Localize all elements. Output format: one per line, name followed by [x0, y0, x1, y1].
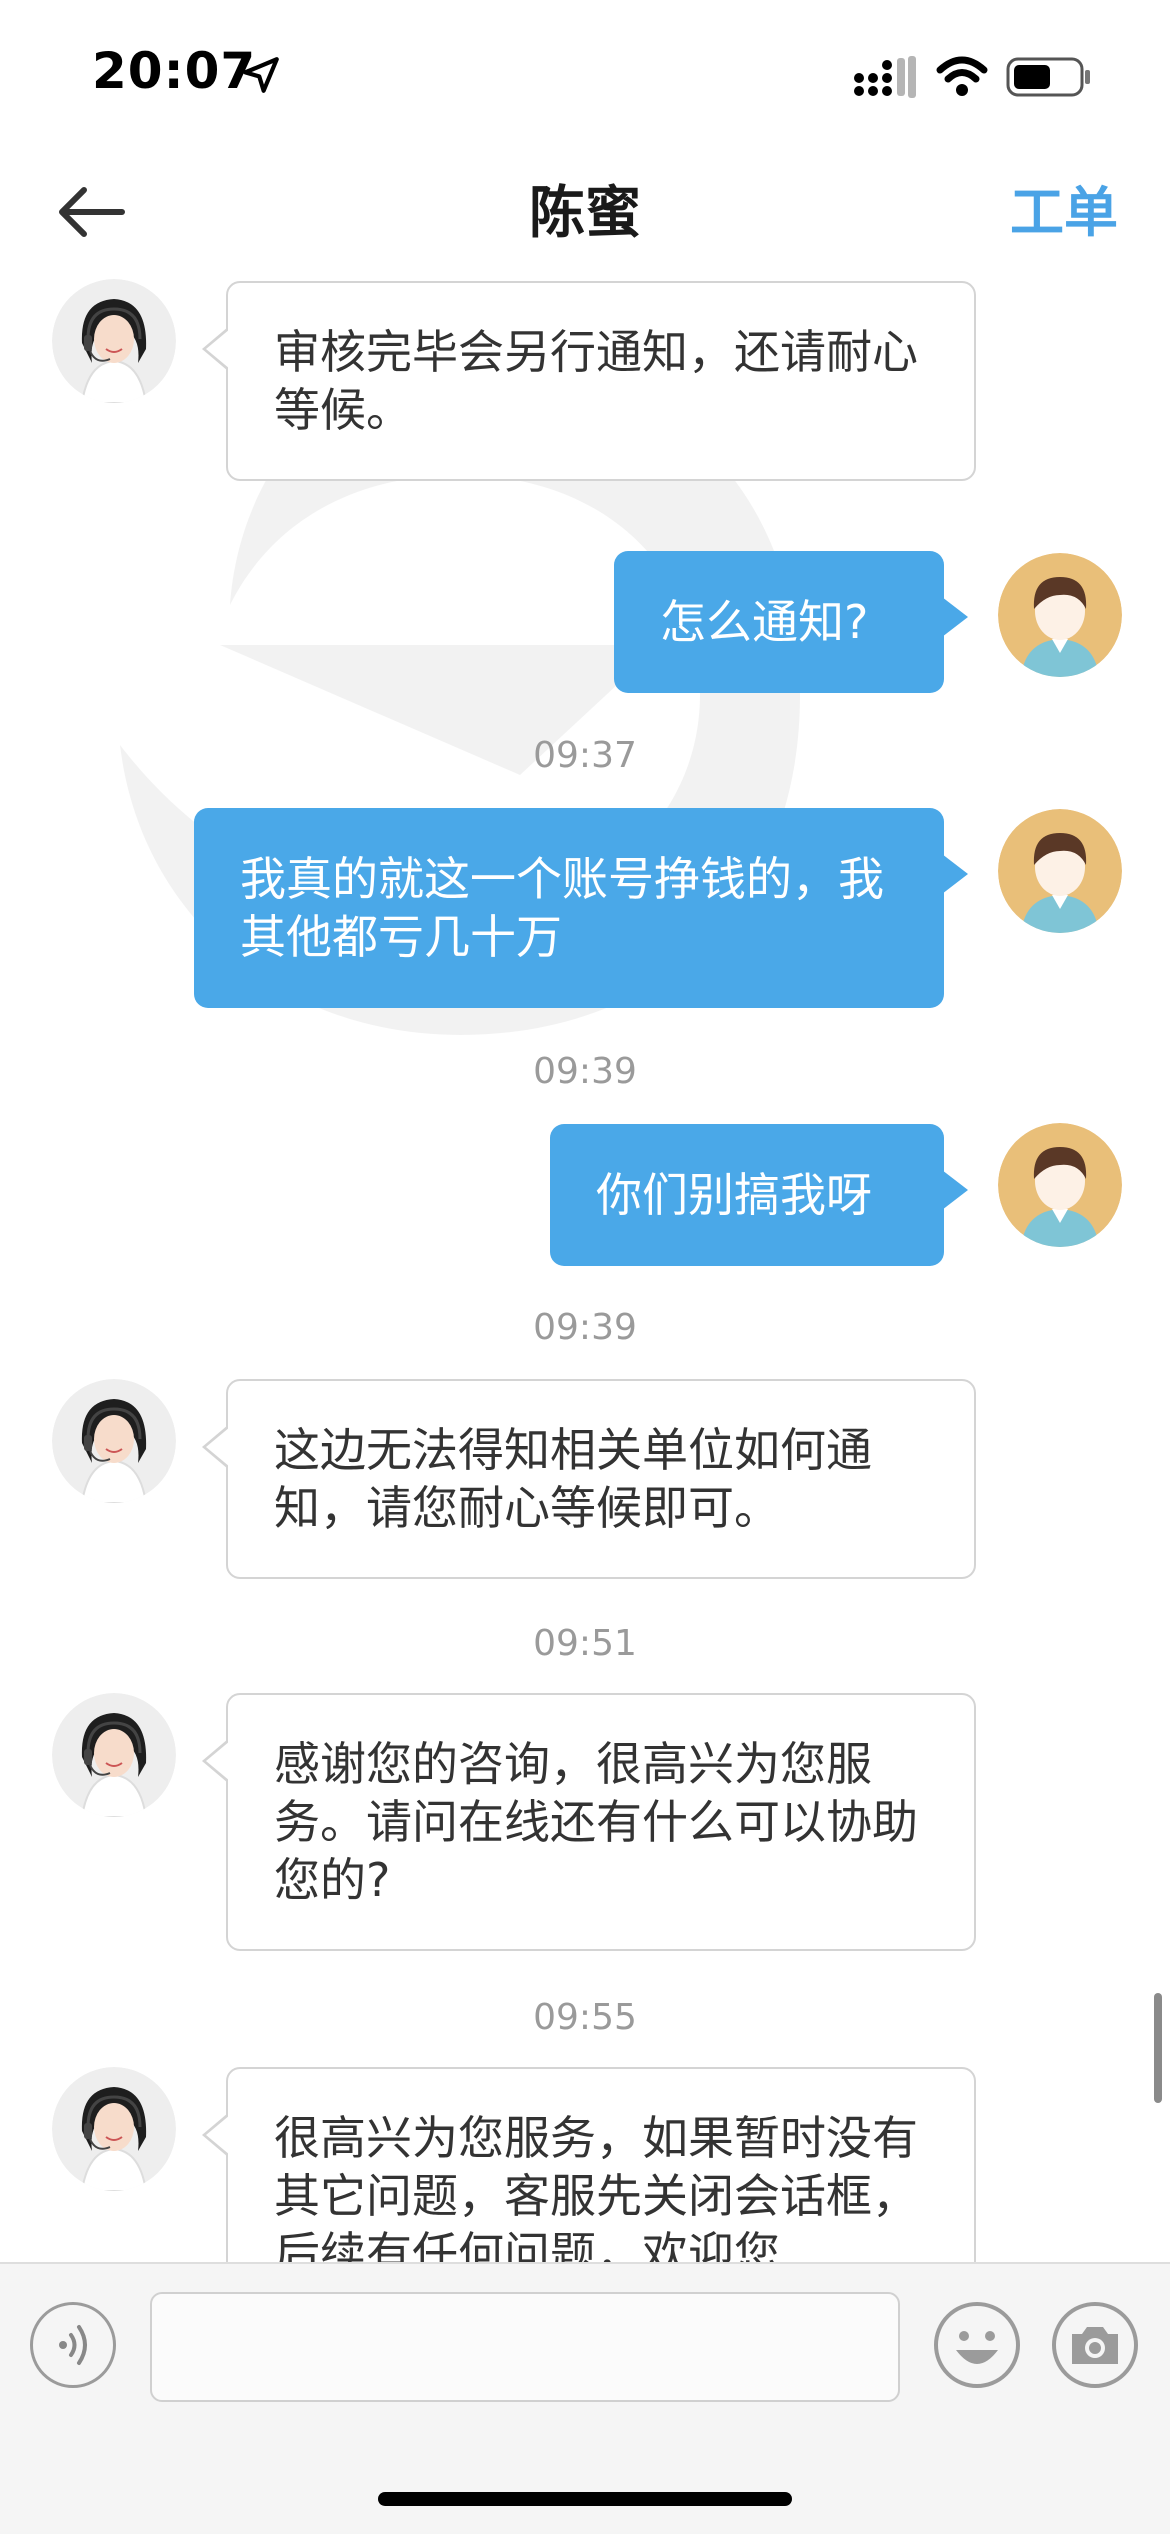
message-timestamp: 09:37: [533, 735, 637, 776]
voice-wave-icon: [59, 2325, 87, 2365]
scroll-indicator[interactable]: [1154, 1993, 1162, 2103]
agent-message-bubble[interactable]: 审核完毕会另行通知，还请耐心等候。: [202, 281, 976, 481]
back-arrow-icon: [59, 187, 125, 237]
navigation-bar: 陈蜜 工单: [0, 150, 1170, 275]
message-timestamp: 09:55: [533, 1997, 637, 2038]
voice-input-button[interactable]: [30, 2302, 116, 2388]
wifi-icon: [936, 56, 988, 96]
back-button[interactable]: [52, 172, 132, 252]
agent-message-bubble[interactable]: 很高兴为您服务，如果暂时没有其它问题，客服先关闭会话框，后续有任何问题，欢迎您: [202, 2067, 976, 2262]
message-input[interactable]: [150, 2292, 900, 2402]
location-arrow-icon: [243, 57, 279, 93]
customer-service-agent-icon: [52, 1693, 176, 1817]
message-timestamp: 09:51: [533, 1623, 637, 1664]
camera-button[interactable]: [1050, 2300, 1140, 2390]
battery-icon: [1006, 57, 1090, 97]
status-bar: 20:07: [0, 0, 1170, 150]
chat-message-list[interactable]: 审核完毕会另行通知，还请耐心等候。 怎么通知? 09:37 我真的就这一个账号挣…: [0, 275, 1170, 2262]
user-message-bubble[interactable]: 你们别搞我呀: [550, 1124, 968, 1266]
cellular-signal-icon: [854, 56, 916, 98]
agent-message-bubble[interactable]: 这边无法得知相关单位如何通知，请您耐心等候即可。: [202, 1379, 976, 1579]
agent-avatar[interactable]: [52, 279, 176, 403]
user-avatar-icon: [998, 1123, 1122, 1247]
chat-title: 陈蜜: [529, 181, 641, 246]
smiley-icon: [934, 2302, 1020, 2388]
customer-service-agent-icon: [52, 1379, 176, 1503]
user-avatar[interactable]: [998, 1123, 1122, 1247]
message-timestamp: 09:39: [533, 1051, 637, 1092]
customer-service-agent-icon: [52, 2067, 176, 2191]
agent-message-bubble[interactable]: 感谢您的咨询，很高兴为您服务。请问在线还有什么可以协助您的?: [202, 1693, 976, 1951]
user-message-bubble[interactable]: 怎么通知?: [614, 551, 968, 693]
user-avatar-icon: [998, 553, 1122, 677]
emoji-button[interactable]: [932, 2300, 1022, 2390]
home-indicator: [378, 2492, 792, 2506]
user-message-bubble[interactable]: 我真的就这一个账号挣钱的，我其他都亏几十万: [194, 808, 968, 1008]
agent-avatar[interactable]: [52, 2067, 176, 2191]
agent-avatar[interactable]: [52, 1379, 176, 1503]
user-avatar[interactable]: [998, 553, 1122, 677]
agent-avatar[interactable]: [52, 1693, 176, 1817]
user-avatar-icon: [998, 809, 1122, 933]
status-time: 20:07: [92, 42, 257, 100]
camera-icon: [1052, 2302, 1138, 2388]
user-avatar[interactable]: [998, 809, 1122, 933]
work-order-button[interactable]: 工单: [1010, 168, 1118, 247]
customer-service-agent-icon: [52, 279, 176, 403]
message-timestamp: 09:39: [533, 1307, 637, 1348]
